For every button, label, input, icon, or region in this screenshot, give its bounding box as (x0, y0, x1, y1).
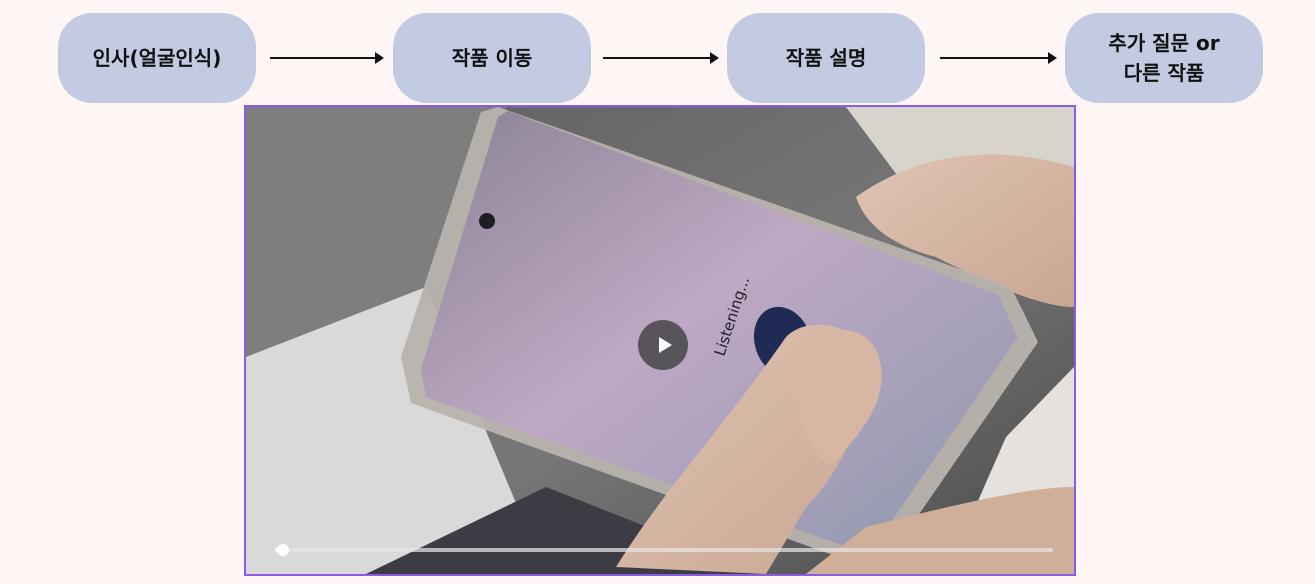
step-artwork-explanation: 작품 설명 (727, 13, 925, 103)
process-flow: 인사(얼굴인식) 작품 이동 작품 설명 추가 질문 or 다른 작품 (0, 0, 1315, 104)
step-extra-question-or-other-artwork: 추가 질문 or 다른 작품 (1065, 13, 1263, 103)
arrow-right-icon (270, 52, 384, 64)
step-greeting-face-recognition: 인사(얼굴인식) (58, 13, 256, 103)
seek-bar[interactable] (275, 548, 1053, 552)
step-move-to-artwork: 작품 이동 (393, 13, 591, 103)
video-player[interactable]: Listening... (244, 105, 1076, 576)
arrow-right-icon (940, 52, 1057, 64)
arrow-right-icon (603, 52, 719, 64)
step-4-label: 추가 질문 or 다른 작품 (1108, 31, 1220, 85)
play-button[interactable] (638, 320, 688, 370)
play-icon (658, 337, 672, 353)
seek-bar-thumb[interactable] (276, 544, 289, 556)
